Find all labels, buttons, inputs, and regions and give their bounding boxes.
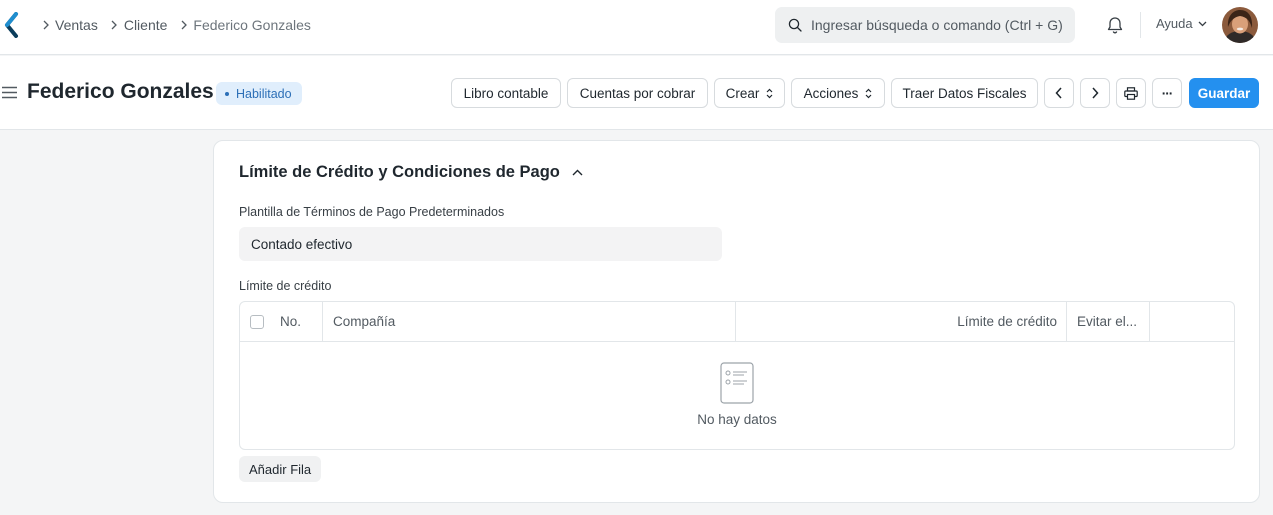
actions-dropdown-button[interactable]: Acciones — [791, 78, 885, 108]
chevron-down-icon — [1198, 21, 1207, 26]
print-button[interactable] — [1116, 78, 1146, 108]
user-avatar[interactable] — [1222, 7, 1258, 43]
column-header-credit-limit: Límite de crédito — [957, 314, 1057, 329]
column-no: No. — [240, 302, 323, 341]
section-title: Límite de Crédito y Condiciones de Pago — [239, 163, 560, 181]
search-icon — [788, 18, 802, 32]
save-button-label: Guardar — [1197, 85, 1251, 101]
accounts-receivable-label: Cuentas por cobrar — [579, 85, 696, 101]
column-credit-limit: Límite de crédito — [736, 302, 1067, 341]
column-company: Compañía — [323, 302, 736, 341]
top-navbar: Ventas Cliente Federico Gonzales Ingresa… — [0, 0, 1273, 55]
breadcrumb-item-cliente[interactable]: Cliente — [124, 17, 168, 33]
printer-icon — [1124, 86, 1138, 100]
chevron-right-icon — [36, 20, 55, 30]
chevron-right-icon — [105, 20, 124, 30]
status-dot-icon — [225, 91, 229, 96]
search-placeholder: Ingresar búsqueda o comando (Ctrl + G) — [811, 17, 1063, 33]
hamburger-menu-icon[interactable] — [2, 86, 17, 99]
sort-updown-icon — [865, 88, 872, 98]
breadcrumb: Ventas Cliente Federico Gonzales — [36, 0, 318, 50]
empty-list-icon — [720, 362, 754, 404]
column-bypass: Evitar el... — [1067, 302, 1150, 341]
next-record-button[interactable] — [1080, 78, 1110, 108]
breadcrumb-item-ventas[interactable]: Ventas — [55, 17, 98, 33]
create-dropdown-button[interactable]: Crear — [714, 78, 785, 108]
column-header-bypass: Evitar el... — [1077, 314, 1138, 329]
help-label: Ayuda — [1156, 16, 1193, 31]
accounts-receivable-button[interactable]: Cuentas por cobrar — [567, 78, 708, 108]
payment-terms-label: Plantilla de Términos de Pago Predetermi… — [239, 205, 505, 219]
column-header-no: No. — [280, 314, 302, 329]
ledger-button[interactable]: Libro contable — [451, 78, 561, 108]
sort-updown-icon — [766, 88, 773, 98]
save-button[interactable]: Guardar — [1189, 78, 1259, 108]
search-input[interactable]: Ingresar búsqueda o comando (Ctrl + G) — [775, 7, 1075, 43]
column-header-company: Compañía — [333, 314, 396, 329]
payment-terms-field[interactable]: Contado efectivo — [239, 227, 722, 261]
actions-button-label: Acciones — [803, 85, 859, 101]
more-options-button[interactable]: ··· — [1152, 78, 1182, 108]
fetch-fiscal-data-button[interactable]: Traer Datos Fiscales — [891, 78, 1038, 108]
section-header[interactable]: Límite de Crédito y Condiciones de Pago — [239, 163, 583, 182]
chevron-up-icon[interactable] — [572, 169, 583, 176]
add-row-button[interactable]: Añadir Fila — [239, 456, 322, 482]
breadcrumb-item-current[interactable]: Federico Gonzales — [193, 17, 311, 33]
credit-limit-label: Límite de crédito — [239, 279, 332, 293]
create-button-label: Crear — [725, 85, 760, 101]
help-dropdown[interactable]: Ayuda — [1156, 16, 1207, 31]
status-badge-label: Habilitado — [236, 86, 292, 101]
add-row-label: Añadir Fila — [249, 461, 312, 477]
more-options-label: ··· — [1161, 85, 1173, 101]
chevron-right-icon — [174, 20, 193, 30]
fetch-fiscal-data-label: Traer Datos Fiscales — [902, 85, 1027, 101]
chevron-left-icon — [1055, 87, 1062, 99]
credit-limit-table: No. Compañía Límite de crédito Evitar el… — [239, 301, 1235, 450]
select-all-checkbox[interactable] — [250, 315, 264, 329]
page-title: Federico Gonzales — [27, 80, 214, 103]
chevron-right-icon — [1092, 87, 1099, 99]
table-header: No. Compañía Límite de crédito Evitar el… — [240, 302, 1234, 342]
page-header: Federico Gonzales Habilitado Libro conta… — [0, 56, 1273, 130]
bell-icon[interactable] — [1105, 15, 1125, 35]
empty-state-text: No hay datos — [697, 412, 777, 427]
app-logo-icon[interactable] — [4, 12, 20, 38]
previous-record-button[interactable] — [1044, 78, 1074, 108]
status-badge: Habilitado — [216, 82, 302, 105]
credit-payment-section: Límite de Crédito y Condiciones de Pago … — [213, 140, 1260, 503]
navbar-divider — [1140, 12, 1141, 38]
ledger-button-label: Libro contable — [463, 85, 549, 101]
payment-terms-value: Contado efectivo — [251, 236, 353, 252]
column-actions — [1150, 302, 1234, 341]
